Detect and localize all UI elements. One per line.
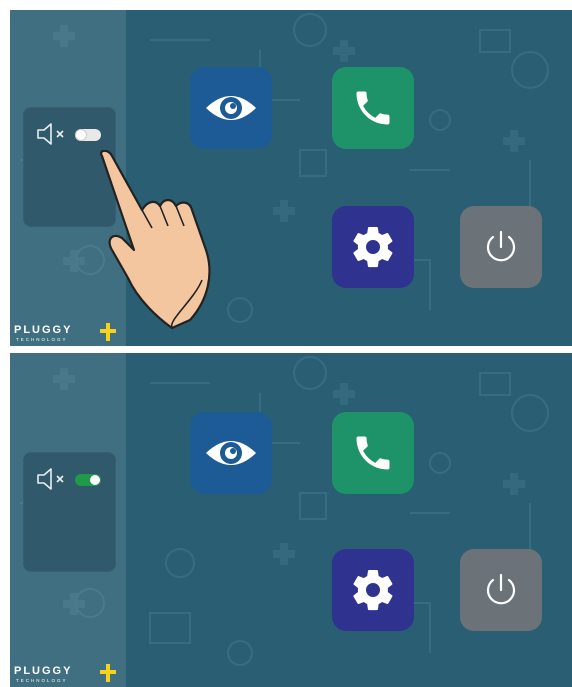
sound-card — [23, 452, 116, 572]
gear-icon — [353, 226, 393, 268]
svg-text:PLUGGY: PLUGGY — [14, 324, 72, 336]
gear-icon — [353, 569, 393, 611]
screen-panel-after: PLUGGY TECHNOLOGY — [10, 353, 572, 687]
settings-button[interactable] — [332, 206, 414, 288]
view-button[interactable] — [190, 67, 272, 149]
toggle-knob — [76, 130, 86, 140]
power-button[interactable] — [460, 549, 542, 631]
settings-button[interactable] — [332, 549, 414, 631]
screen-panel-before: PLUGGY TECHNOLOGY — [10, 10, 572, 346]
sound-toggle[interactable] — [75, 129, 101, 141]
view-button[interactable] — [190, 412, 272, 494]
sound-toggle[interactable] — [75, 474, 101, 486]
svg-text:TECHNOLOGY: TECHNOLOGY — [16, 678, 68, 683]
speaker-muted-icon — [37, 468, 64, 490]
eye-icon — [206, 96, 256, 120]
call-button[interactable] — [332, 67, 414, 149]
call-button[interactable] — [332, 412, 414, 494]
svg-text:PLUGGY: PLUGGY — [14, 665, 72, 677]
speaker-muted-icon — [37, 123, 64, 145]
pluggy-logo: PLUGGY TECHNOLOGY — [14, 664, 116, 683]
svg-text:TECHNOLOGY: TECHNOLOGY — [16, 337, 68, 342]
toggle-knob — [90, 475, 100, 485]
power-icon — [486, 573, 516, 605]
eye-icon — [206, 441, 256, 465]
phone-icon — [356, 91, 390, 125]
power-button[interactable] — [460, 206, 542, 288]
pointing-hand-icon — [100, 150, 211, 330]
phone-icon — [356, 436, 390, 470]
power-icon — [486, 230, 516, 262]
